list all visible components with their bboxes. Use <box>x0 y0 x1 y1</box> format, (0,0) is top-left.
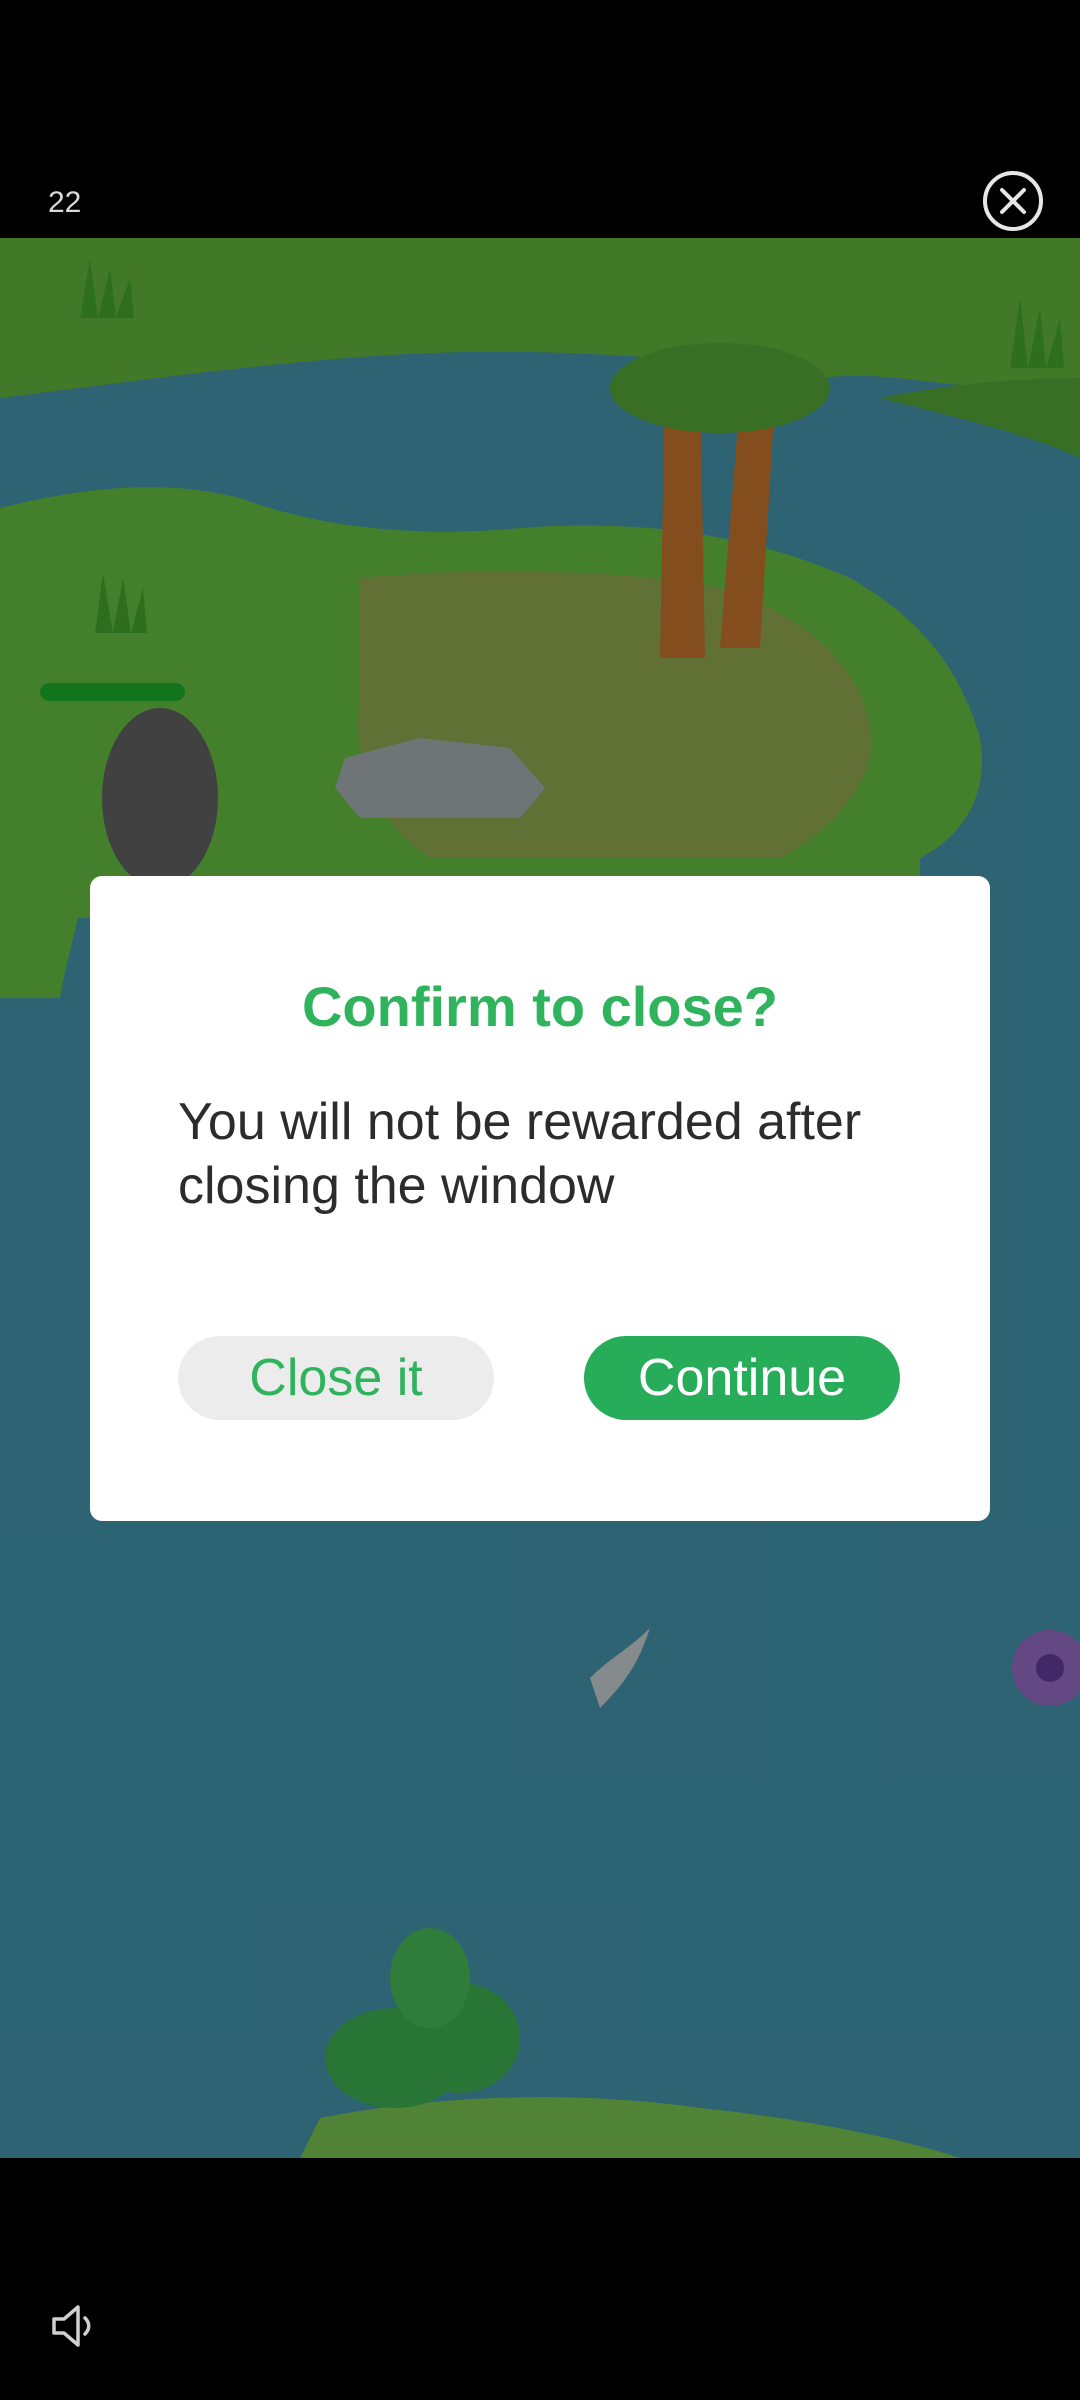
sound-toggle-button[interactable] <box>48 2300 100 2352</box>
dialog-message: You will not be rewarded after closing t… <box>178 1093 862 1215</box>
confirm-close-dialog: Confirm to close? You will not be reward… <box>90 876 990 1521</box>
ad-screen: 22 Confirm to close? You will not be rew… <box>0 0 1080 2400</box>
continue-button[interactable]: Continue <box>584 1336 900 1420</box>
dialog-title: Confirm to close? <box>301 975 779 1038</box>
close-it-button[interactable]: Close it <box>178 1336 494 1420</box>
close-ad-button[interactable] <box>982 170 1044 232</box>
close-circle-icon <box>983 171 1043 231</box>
speaker-icon <box>52 2305 91 2347</box>
countdown-timer: 22 <box>48 186 82 219</box>
